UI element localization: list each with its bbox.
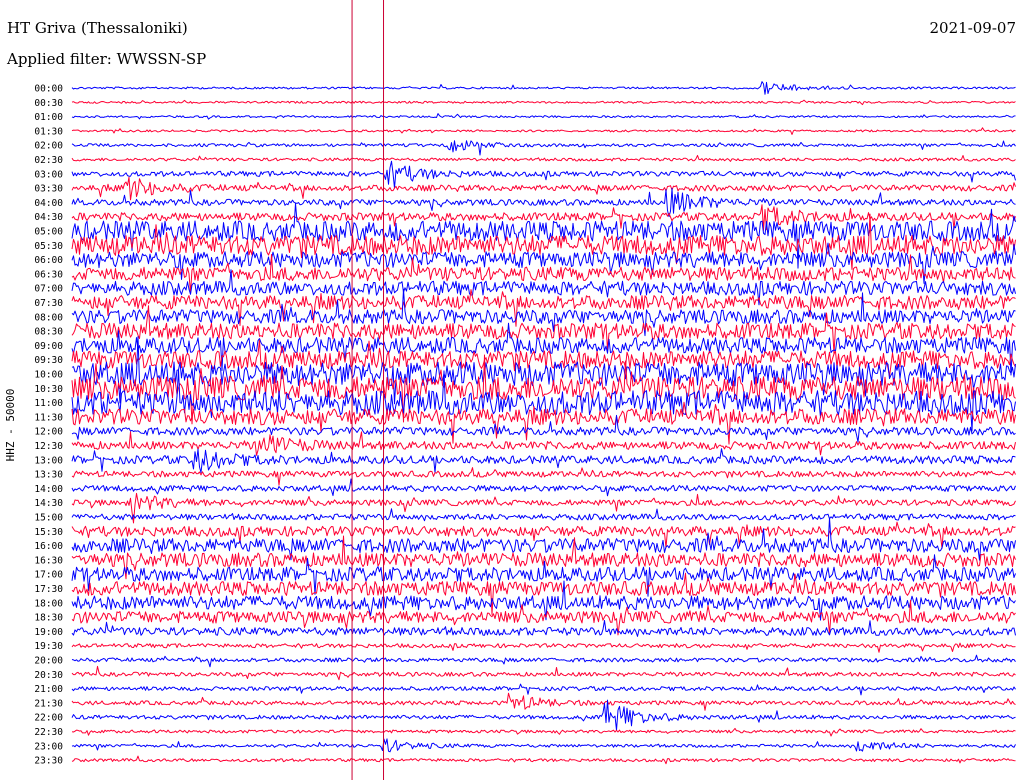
- row-label: 22:00: [34, 713, 63, 724]
- trace-line: [71, 692, 1016, 711]
- trace-line: [71, 160, 1016, 189]
- row-label: 01:30: [34, 126, 63, 137]
- row-label: 02:00: [34, 141, 63, 152]
- row-label: 05:30: [34, 241, 63, 252]
- row-label: 11:00: [34, 398, 63, 409]
- row-label: 17:00: [34, 570, 63, 581]
- row-label: 01:00: [34, 112, 63, 123]
- trace-line: [71, 738, 1016, 753]
- row-label: 02:30: [34, 155, 63, 166]
- trace-line: [71, 683, 1016, 696]
- y-axis-label: HHZ - 50000: [4, 389, 17, 462]
- row-label: 08:30: [34, 327, 63, 338]
- row-label: 16:00: [34, 541, 63, 552]
- trace-line: [71, 478, 1016, 497]
- row-label: 00:00: [34, 84, 63, 95]
- row-label: 21:00: [34, 684, 63, 695]
- row-label: 06:00: [34, 255, 63, 266]
- row-label: 06:30: [34, 269, 63, 280]
- row-label: 19:00: [34, 627, 63, 638]
- row-label: 20:30: [34, 670, 63, 681]
- row-label: 19:30: [34, 641, 63, 652]
- row-label: 09:00: [34, 341, 63, 352]
- row-label: 03:30: [34, 184, 63, 195]
- trace-line: [71, 654, 1016, 668]
- row-label-group: 00:00 00:30 01:00 01:30 02:00 02:30 03:00 03:30…: [34, 84, 63, 767]
- trace-line: [71, 140, 1016, 156]
- trace-line: [71, 289, 1016, 327]
- trace-line: [71, 113, 1016, 120]
- trace-line: [71, 699, 1016, 731]
- row-label: 15:00: [34, 513, 63, 524]
- row-label: 20:00: [34, 656, 63, 667]
- row-label: 11:30: [34, 412, 63, 423]
- trace-line: [71, 401, 1016, 445]
- trace-line: [71, 431, 1016, 456]
- trace-group: [71, 81, 1016, 765]
- row-label: 23:00: [34, 741, 63, 752]
- trace-line: [71, 448, 1016, 473]
- row-label: 04:00: [34, 198, 63, 209]
- helicorder-chart: 00:00 00:30 01:00 01:30 02:00 02:30 03:00 03:30…: [4, 0, 1016, 780]
- row-label: 12:00: [34, 427, 63, 438]
- trace-line: [71, 467, 1016, 486]
- row-label: 10:00: [34, 370, 63, 381]
- trace-line: [71, 127, 1016, 135]
- trace-line: [71, 572, 1016, 615]
- row-label: 07:30: [34, 298, 63, 309]
- row-label: 08:00: [34, 312, 63, 323]
- trace-line: [71, 755, 1016, 765]
- trace-line: [71, 99, 1016, 106]
- row-label: 05:00: [34, 227, 63, 238]
- row-label: 10:30: [34, 384, 63, 395]
- trace-line: [71, 517, 1016, 561]
- trace-line: [71, 508, 1016, 522]
- row-label: 00:30: [34, 98, 63, 109]
- trace-line: [71, 176, 1016, 201]
- trace-line: [71, 81, 1016, 95]
- row-label: 18:00: [34, 598, 63, 609]
- row-label: 18:30: [34, 613, 63, 624]
- row-label: 14:30: [34, 498, 63, 509]
- row-label: 07:00: [34, 284, 63, 295]
- row-label: 03:00: [34, 169, 63, 180]
- row-label: 23:30: [34, 756, 63, 767]
- row-label: 09:30: [34, 355, 63, 366]
- trace-line: [71, 665, 1016, 681]
- row-label: 13:30: [34, 470, 63, 481]
- row-label: 21:30: [34, 698, 63, 709]
- trace-line: [71, 642, 1016, 653]
- trace-line: [71, 154, 1016, 162]
- trace-line: [71, 187, 1016, 218]
- row-label: 04:30: [34, 212, 63, 223]
- row-label: 22:30: [34, 727, 63, 738]
- row-label: 15:30: [34, 527, 63, 538]
- row-label: 16:30: [34, 555, 63, 566]
- trace-line: [71, 727, 1016, 737]
- row-label: 12:30: [34, 441, 63, 452]
- row-label: 13:00: [34, 455, 63, 466]
- row-label: 17:30: [34, 584, 63, 595]
- row-label: 14:00: [34, 484, 63, 495]
